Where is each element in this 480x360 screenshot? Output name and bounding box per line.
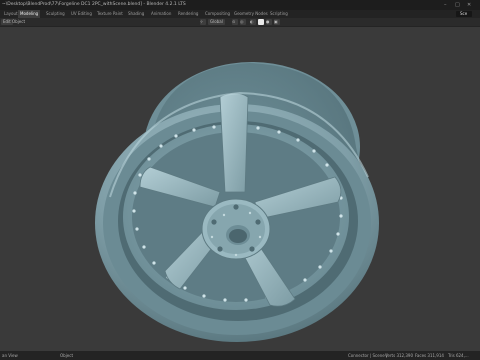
close-icon[interactable]: ✕ bbox=[467, 0, 471, 10]
title-bar: ~\Desktop\BlendProd\77\Forgeline DC1 2PC… bbox=[0, 0, 480, 10]
maximize-icon[interactable]: □ bbox=[455, 0, 460, 10]
object-menu[interactable]: Object bbox=[10, 19, 27, 25]
tab-rendering[interactable]: Rendering bbox=[176, 10, 200, 18]
tab-uv-editing[interactable]: UV Editing bbox=[69, 10, 94, 18]
wheel-model bbox=[95, 62, 379, 342]
workspace-tabs-bar: Layout Modeling Sculpting UV Editing Tex… bbox=[0, 10, 480, 18]
status-bar: an View Object Connector | Scene | Verts… bbox=[0, 351, 480, 360]
transform-orientation-dropdown[interactable]: Global bbox=[208, 19, 225, 25]
xray-icon[interactable]: ▣ bbox=[274, 19, 280, 25]
tab-scripting[interactable]: Scripting bbox=[268, 10, 290, 18]
tab-geometry-nodes[interactable]: Geometry Nodes bbox=[232, 10, 270, 18]
scene-selector[interactable]: Sce bbox=[456, 11, 472, 17]
snap-icon[interactable]: ⊙ bbox=[232, 19, 238, 25]
status-left: an View bbox=[2, 353, 18, 358]
material-shading-icon[interactable]: ● bbox=[266, 19, 272, 25]
tab-compositing[interactable]: Compositing bbox=[203, 10, 232, 18]
tab-sculpting[interactable]: Sculpting bbox=[44, 10, 67, 18]
tab-animation[interactable]: Animation bbox=[149, 10, 173, 18]
spoke-top bbox=[219, 92, 249, 193]
center-bore bbox=[229, 229, 247, 243]
viewport-header: Edit Object ⊹ Global ⊙ ◎ ◐ ● ▣ bbox=[0, 18, 480, 27]
window-title: ~\Desktop\BlendProd\77\Forgeline DC1 2PC… bbox=[2, 2, 186, 7]
tab-layout[interactable]: Layout bbox=[2, 10, 20, 18]
tab-texture-paint[interactable]: Texture Paint bbox=[95, 10, 125, 18]
transform-pivot-icon[interactable]: ⊹ bbox=[200, 19, 206, 25]
status-context: Connector | Scene | bbox=[348, 353, 388, 358]
status-tris: Tris 624,... bbox=[448, 353, 469, 358]
tab-shading[interactable]: Shading bbox=[126, 10, 146, 18]
minimize-icon[interactable]: – bbox=[444, 0, 447, 10]
tab-modeling[interactable]: Modeling bbox=[18, 10, 41, 18]
status-middle: Object bbox=[60, 353, 74, 358]
proportional-edit-icon[interactable]: ◎ bbox=[240, 19, 246, 25]
solid-shading-icon[interactable] bbox=[258, 19, 264, 25]
overlay-icon[interactable]: ◐ bbox=[250, 19, 256, 25]
status-verts: Verts 312,390 bbox=[385, 353, 413, 358]
scene-label: Sce bbox=[460, 11, 468, 16]
status-faces: Faces 311,914 bbox=[415, 353, 444, 358]
3d-viewport[interactable] bbox=[0, 27, 480, 351]
